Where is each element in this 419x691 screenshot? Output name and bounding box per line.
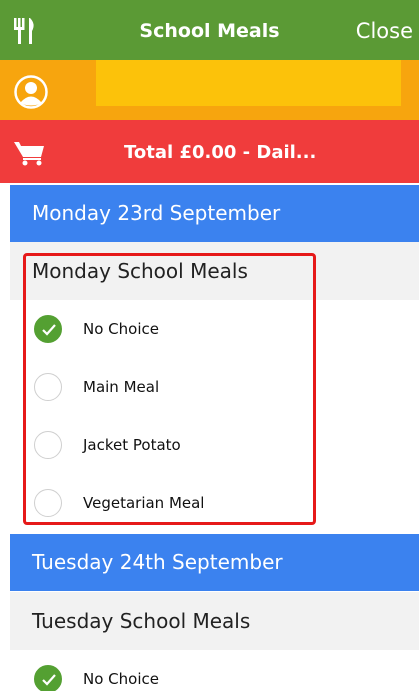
- basket-total: Total £0.00 - Dail...: [124, 142, 317, 163]
- option-main-meal-monday[interactable]: Main Meal: [10, 358, 419, 416]
- day-header-tuesday: Tuesday 24th September: [10, 534, 419, 591]
- option-jacket-potato-monday[interactable]: Jacket Potato: [10, 416, 419, 474]
- meal-section-monday: Monday School Meals: [10, 242, 419, 300]
- option-label: Main Meal: [83, 378, 160, 396]
- option-label: Vegetarian Meal: [83, 494, 205, 512]
- day-header-monday: Monday 23rd September: [10, 185, 419, 242]
- user-bar[interactable]: [0, 60, 419, 120]
- check-icon[interactable]: [34, 315, 62, 343]
- basket-bar[interactable]: Total £0.00 - Dail...: [0, 120, 419, 183]
- cart-icon: [14, 140, 46, 171]
- option-no-choice-monday[interactable]: No Choice: [10, 300, 419, 358]
- app-header: School Meals Close: [0, 0, 419, 60]
- radio-circle-icon[interactable]: [34, 489, 62, 517]
- user-name-redacted: [96, 60, 401, 106]
- meal-section-tuesday: Tuesday School Meals: [10, 592, 419, 650]
- radio-circle-icon[interactable]: [34, 373, 62, 401]
- check-icon[interactable]: [34, 665, 62, 691]
- option-label: No Choice: [83, 670, 159, 688]
- option-label: Jacket Potato: [83, 436, 181, 454]
- option-label: No Choice: [83, 320, 159, 338]
- close-button[interactable]: Close: [356, 19, 413, 43]
- radio-circle-icon[interactable]: [34, 431, 62, 459]
- option-no-choice-tuesday[interactable]: No Choice: [10, 650, 419, 691]
- user-icon: [14, 75, 48, 114]
- option-vegetarian-meal-monday[interactable]: Vegetarian Meal: [10, 474, 419, 532]
